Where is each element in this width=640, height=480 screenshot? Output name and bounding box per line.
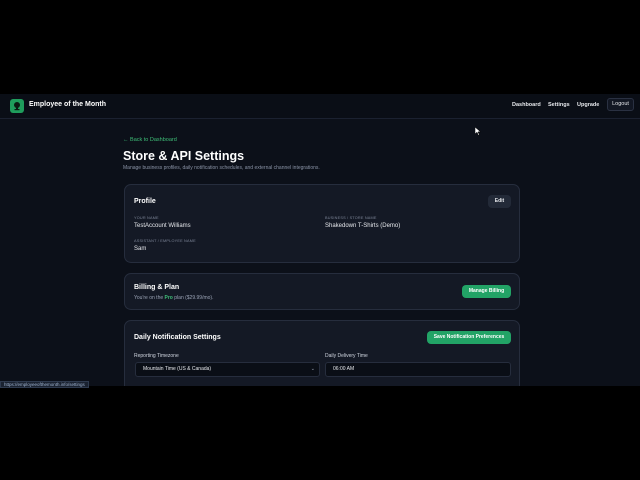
page-subtitle: Manage business profiles, daily notifica… xyxy=(123,165,320,171)
status-bar-url: https://employeeofthemonth.info/settings xyxy=(0,381,89,388)
nav-dashboard[interactable]: Dashboard xyxy=(512,102,541,108)
top-navbar: Employee of the Month Dashboard Settings… xyxy=(0,94,640,119)
trophy-logo-icon[interactable] xyxy=(10,99,24,113)
app-viewport: Employee of the Month Dashboard Settings… xyxy=(0,94,640,386)
billing-plan-text: You're on the Pro plan ($29.99/mo). xyxy=(134,295,213,301)
timezone-label: Reporting Timezone xyxy=(134,353,179,359)
nav-upgrade[interactable]: Upgrade xyxy=(577,102,599,108)
notification-card-title: Daily Notification Settings xyxy=(134,334,221,341)
delivery-time-label: Daily Delivery Time xyxy=(325,353,368,359)
nav-settings[interactable]: Settings xyxy=(548,102,570,108)
profile-card-title: Profile xyxy=(134,198,156,205)
logout-button[interactable]: Logout xyxy=(607,98,634,111)
store-name-label: BUSINESS / STORE NAME xyxy=(325,216,377,220)
timezone-selected-value: Mountain Time (US & Canada) xyxy=(143,366,212,372)
chevron-down-icon: ⌄ xyxy=(310,366,315,372)
assistant-name-label: ASSISTANT / EMPLOYEE NAME xyxy=(134,239,196,243)
edit-profile-button[interactable]: Edit xyxy=(488,195,511,208)
delivery-time-input[interactable]: 06:00 AM xyxy=(325,362,511,377)
notification-settings-card: Daily Notification Settings Save Notific… xyxy=(124,320,520,386)
back-to-dashboard-link[interactable]: ← Back to Dashboard xyxy=(123,137,177,143)
save-notification-preferences-button[interactable]: Save Notification Preferences xyxy=(427,331,511,344)
brand-name[interactable]: Employee of the Month xyxy=(29,101,106,108)
page-title: Store & API Settings xyxy=(123,149,245,163)
mouse-cursor-icon xyxy=(475,127,481,136)
store-name-value: Shakedown T-Shirts (Demo) xyxy=(325,223,401,229)
manage-billing-button[interactable]: Manage Billing xyxy=(462,285,511,298)
plan-name: Pro xyxy=(164,295,173,301)
your-name-label: YOUR NAME xyxy=(134,216,159,220)
timezone-select[interactable]: Mountain Time (US & Canada) ⌄ xyxy=(135,362,320,377)
plan-text-prefix: You're on the xyxy=(134,295,164,301)
billing-card-title: Billing & Plan xyxy=(134,284,180,291)
your-name-value: TestAccount Williams xyxy=(134,223,191,229)
plan-text-suffix: plan ($29.99/mo). xyxy=(174,295,214,301)
billing-card: Billing & Plan You're on the Pro plan ($… xyxy=(124,273,520,310)
assistant-name-value: Sam xyxy=(134,246,147,252)
profile-card: Profile Edit YOUR NAME TestAccount Willi… xyxy=(124,184,520,263)
